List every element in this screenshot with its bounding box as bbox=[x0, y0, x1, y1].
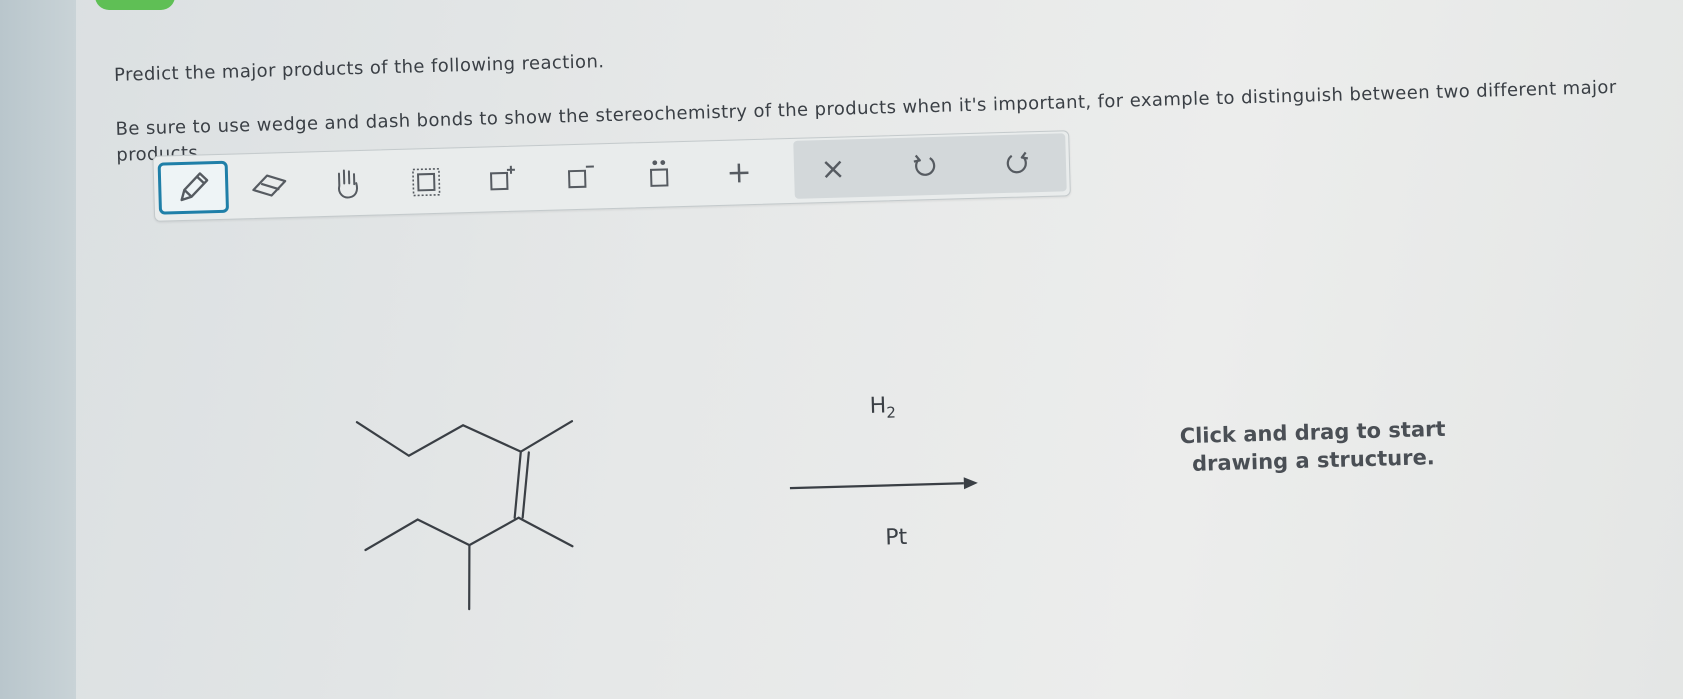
drawing-hint: Click and drag to start drawing a struct… bbox=[1162, 414, 1463, 478]
reagent-catalyst: Pt bbox=[885, 524, 908, 551]
drawing-canvas[interactable] bbox=[0, 0, 1683, 699]
question-sheet: Predict the major products of the follow… bbox=[0, 0, 1683, 699]
reactant-structure bbox=[355, 420, 574, 611]
reagent-hydrogen: H2 bbox=[869, 393, 897, 422]
reaction-arrow bbox=[789, 477, 978, 490]
